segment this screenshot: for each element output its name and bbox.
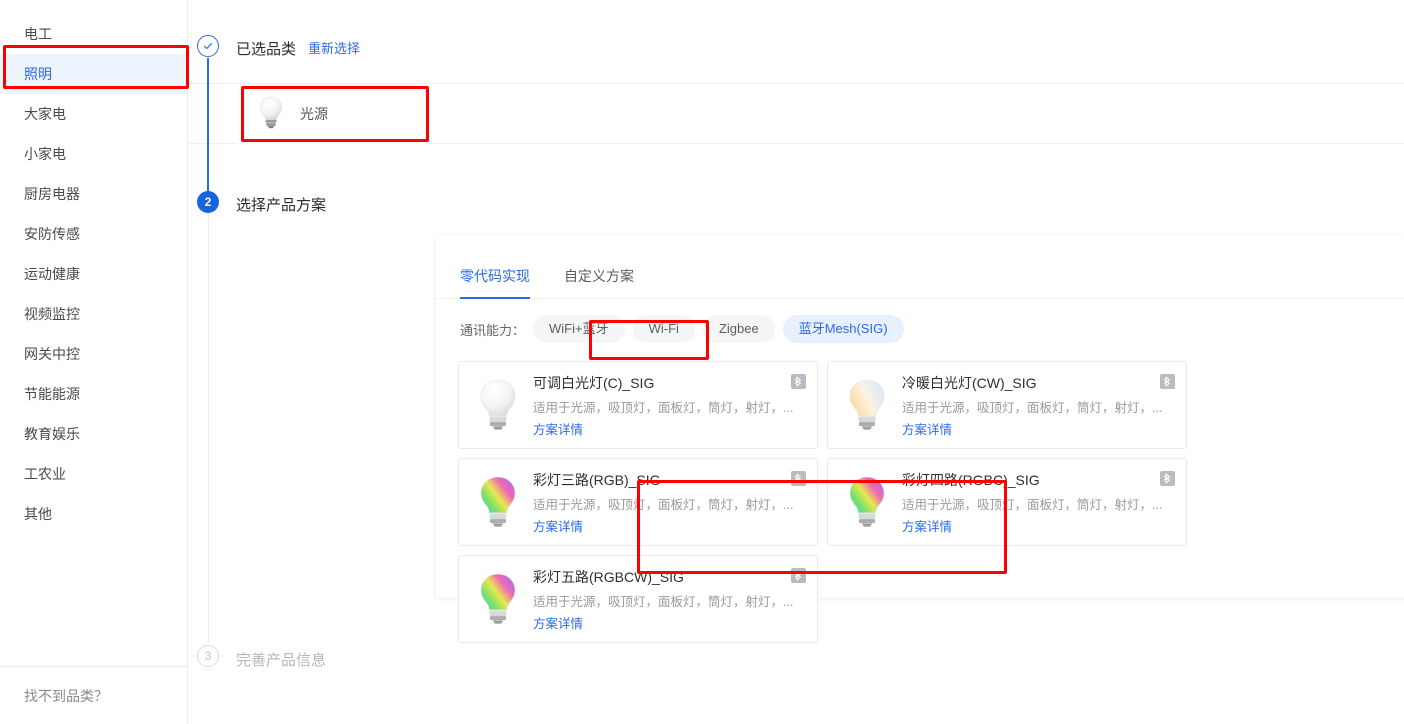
sidebar-item-3[interactable]: 小家电 — [0, 134, 187, 174]
sidebar-item-8[interactable]: 网关中控 — [0, 334, 187, 374]
solution-card-0[interactable]: 可调白光灯(C)_SIG 适用于光源，吸顶灯，面板灯，筒灯，射灯，... 方案详情 — [458, 361, 818, 449]
step-1-indicator — [197, 35, 219, 57]
solution-card-description: 适用于光源，吸顶灯，面板灯，筒灯，射灯，... — [902, 400, 1163, 415]
step-connector-1-2 — [207, 58, 209, 198]
step-3-title: 完善产品信息 — [236, 652, 327, 669]
product-solution-panel: 零代码实现 自定义方案 通讯能力： WiFi+蓝牙 Wi-Fi Zigbee 蓝牙Mes… — [436, 236, 1404, 643]
sidebar-item-10[interactable]: 教育娱乐 — [0, 414, 187, 454]
sidebar-item-4[interactable]: 厨房电器 — [0, 174, 187, 214]
solution-card-body: 彩灯五路(RGBCW)_SIG 适用于光源，吸顶灯，面板灯，筒灯，射灯，... 方案… — [529, 567, 807, 632]
bluetooth-icon — [791, 471, 806, 486]
communication-chip-3[interactable]: 蓝牙Mesh(SIG) — [782, 315, 904, 343]
solution-card-title: 冷暖白光灯(CW)_SIG — [902, 374, 1037, 391]
solution-card-title: 彩灯四路(RGBC)_SIG — [902, 471, 1040, 488]
step-3-indicator: 3 — [197, 645, 219, 667]
category-list: 电工 照明 大家电 小家电 厨房电器 安防传感 运动健康 视频监控 网关中控 节能能源 教育娱乐 工农… — [0, 0, 187, 666]
sidebar-item-2[interactable]: 大家电 — [0, 94, 187, 134]
selected-category-item[interactable]: 光源 — [236, 84, 426, 144]
category-sidebar: 电工 照明 大家电 小家电 厨房电器 安防传感 运动健康 视频监控 网关中控 节能能源 教育娱乐 工农… — [0, 0, 188, 724]
solution-card-2[interactable]: 彩灯三路(RGB)_SIG 适用于光源，吸顶灯，面板灯，筒灯，射灯，... 方案详情 — [458, 458, 818, 546]
communication-filter-label: 通讯能力： — [460, 322, 526, 338]
reselect-category-link[interactable]: 重新选择 — [308, 41, 360, 56]
sidebar-item-9[interactable]: 节能能源 — [0, 374, 187, 414]
solution-card-title: 彩灯三路(RGB)_SIG — [533, 471, 661, 488]
solution-card-4[interactable]: 彩灯五路(RGBCW)_SIG 适用于光源，吸顶灯，面板灯，筒灯，射灯，... 方案… — [458, 555, 818, 643]
step-1-title: 已选品类 — [236, 41, 297, 58]
step-2-number: 2 — [204, 195, 212, 209]
sidebar-item-11[interactable]: 工农业 — [0, 454, 187, 494]
bulb-icon — [467, 571, 529, 627]
product-creation-page: 电工 照明 大家电 小家电 厨房电器 安防传感 运动健康 视频监控 网关中控 节能能源 教育娱乐 工农… — [0, 0, 1404, 724]
solution-card-body: 冷暖白光灯(CW)_SIG 适用于光源，吸顶灯，面板灯，筒灯，射灯，... 方案详情 — [898, 373, 1176, 438]
tab-1[interactable]: 自定义方案 — [564, 266, 634, 298]
bulb-icon — [467, 377, 529, 433]
step-1-title-row: 已选品类 重新选择 — [236, 38, 360, 59]
sidebar-item-12[interactable]: 其他 — [0, 494, 187, 534]
communication-chip-2[interactable]: Zigbee — [702, 315, 775, 343]
bluetooth-icon — [791, 374, 806, 389]
solution-card-3[interactable]: 彩灯四路(RGBC)_SIG 适用于光源，吸顶灯，面板灯，筒灯，射灯，... 方案详… — [827, 458, 1187, 546]
tab-0[interactable]: 零代码实现 — [460, 266, 530, 299]
solution-card-body: 彩灯三路(RGB)_SIG 适用于光源，吸顶灯，面板灯，筒灯，射灯，... 方案详情 — [529, 470, 807, 535]
communication-chip-0[interactable]: WiFi+蓝牙 — [533, 315, 625, 343]
communication-chip-group: WiFi+蓝牙 Wi-Fi Zigbee 蓝牙Mesh(SIG) — [533, 315, 912, 343]
communication-filter-row: 通讯能力： WiFi+蓝牙 Wi-Fi Zigbee 蓝牙Mesh(SIG) — [436, 299, 1404, 343]
solution-card-description: 适用于光源，吸顶灯，面板灯，筒灯，射灯，... — [533, 400, 794, 415]
bulb-icon — [467, 474, 529, 530]
solution-card-description: 适用于光源，吸顶灯，面板灯，筒灯，射灯，... — [533, 497, 794, 512]
solution-card-description: 适用于光源，吸顶灯，面板灯，筒灯，射灯，... — [533, 594, 794, 609]
bluetooth-icon — [791, 568, 806, 583]
solution-card-title: 彩灯五路(RGBCW)_SIG — [533, 568, 684, 585]
selected-category-strip: 光源 — [188, 83, 1404, 144]
solution-detail-link[interactable]: 方案详情 — [902, 516, 1176, 535]
solution-card-description: 适用于光源，吸顶灯，面板灯，筒灯，射灯，... — [902, 497, 1163, 512]
bulb-icon — [258, 95, 284, 134]
main-content: 已选品类 重新选择 光源 2 选择产品方案 零代码实现 自定义方案 通讯能力： … — [188, 0, 1404, 724]
sidebar-item-1[interactable]: 照明 — [0, 54, 187, 94]
cannot-find-category-link[interactable]: 找不到品类？ — [0, 666, 187, 724]
sidebar-item-0[interactable]: 电工 — [0, 14, 187, 54]
selected-category-label: 光源 — [300, 106, 328, 122]
solution-detail-link[interactable]: 方案详情 — [533, 613, 807, 632]
sidebar-item-5[interactable]: 安防传感 — [0, 214, 187, 254]
solution-card-1[interactable]: 冷暖白光灯(CW)_SIG 适用于光源，吸顶灯，面板灯，筒灯，射灯，... 方案详情 — [827, 361, 1187, 449]
sidebar-item-7[interactable]: 视频监控 — [0, 294, 187, 334]
bluetooth-icon — [1160, 471, 1175, 486]
bluetooth-icon — [1160, 374, 1175, 389]
bulb-icon — [836, 474, 898, 530]
solution-detail-link[interactable]: 方案详情 — [533, 419, 807, 438]
step-2-title: 选择产品方案 — [236, 197, 327, 214]
solution-card-body: 可调白光灯(C)_SIG 适用于光源，吸顶灯，面板灯，筒灯，射灯，... 方案详情 — [529, 373, 807, 438]
solution-tabs: 零代码实现 自定义方案 — [436, 236, 1404, 299]
step-2-indicator: 2 — [197, 191, 219, 213]
solution-card-body: 彩灯四路(RGBC)_SIG 适用于光源，吸顶灯，面板灯，筒灯，射灯，... 方案详… — [898, 470, 1176, 535]
communication-chip-1[interactable]: Wi-Fi — [632, 315, 695, 343]
solution-card-grid: 可调白光灯(C)_SIG 适用于光源，吸顶灯，面板灯，筒灯，射灯，... 方案详情冷… — [436, 343, 1404, 643]
sidebar-item-6[interactable]: 运动健康 — [0, 254, 187, 294]
solution-detail-link[interactable]: 方案详情 — [902, 419, 1176, 438]
step-connector-2-3 — [207, 213, 209, 643]
check-icon — [203, 43, 213, 50]
solution-detail-link[interactable]: 方案详情 — [533, 516, 807, 535]
step-3-number: 3 — [204, 649, 212, 663]
bulb-icon — [836, 377, 898, 433]
solution-card-title: 可调白光灯(C)_SIG — [533, 374, 655, 391]
